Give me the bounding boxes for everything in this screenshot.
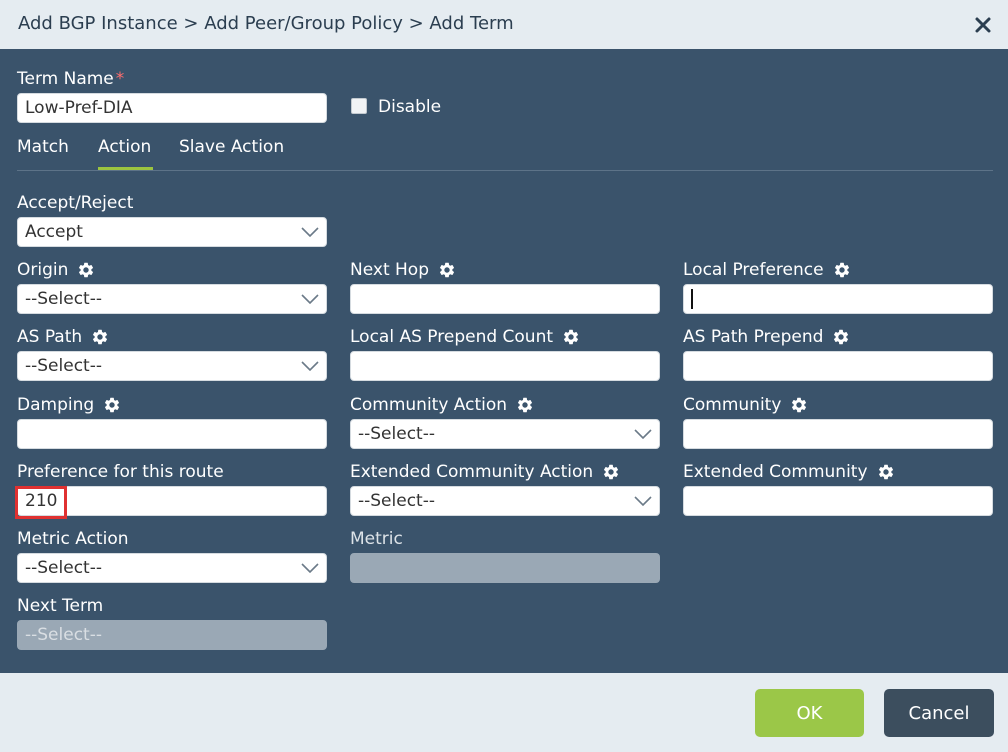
next-term-label: Next Term [17, 596, 104, 616]
accept-reject-label: Accept/Reject [17, 193, 134, 213]
disable-checkbox[interactable] [351, 98, 367, 114]
next-hop-label: Next Hop [350, 260, 456, 280]
extended-community-label-text: Extended Community [683, 462, 868, 482]
extended-community-action-select[interactable]: --Select-- [350, 486, 660, 516]
extended-community-action-value: --Select-- [358, 491, 435, 511]
gear-icon[interactable] [832, 328, 850, 346]
preference-label: Preference for this route [17, 462, 224, 482]
local-as-prepend-count-label: Local AS Prepend Count [350, 327, 580, 347]
gear-icon[interactable] [103, 396, 121, 414]
chevron-down-icon [301, 227, 319, 237]
term-name-label-text: Term Name [17, 69, 114, 89]
close-icon[interactable] [970, 12, 996, 38]
community-label: Community [683, 395, 808, 415]
chevron-down-icon [301, 563, 319, 573]
origin-label: Origin [17, 260, 95, 280]
gear-icon[interactable] [91, 328, 109, 346]
community-action-select[interactable]: --Select-- [350, 419, 660, 449]
damping-label-text: Damping [17, 395, 95, 415]
gear-icon[interactable] [602, 463, 620, 481]
gear-icon[interactable] [877, 463, 895, 481]
as-path-select[interactable]: --Select-- [17, 351, 327, 381]
cancel-button[interactable]: Cancel [884, 689, 994, 737]
accept-reject-value: Accept [25, 222, 83, 242]
as-path-label-text: AS Path [17, 327, 83, 347]
as-path-value: --Select-- [25, 356, 102, 376]
gear-icon[interactable] [516, 396, 534, 414]
metric-action-value: --Select-- [25, 558, 102, 578]
ok-button[interactable]: OK [755, 689, 864, 737]
as-path-prepend-label-text: AS Path Prepend [683, 327, 824, 347]
origin-select[interactable]: --Select-- [17, 284, 327, 314]
metric-action-label: Metric Action [17, 529, 129, 549]
text-caret [691, 289, 693, 309]
term-name-input[interactable]: Low-Pref-DIA [17, 93, 327, 123]
community-action-label: Community Action [350, 395, 534, 415]
origin-value: --Select-- [25, 289, 102, 309]
tab-slave-action[interactable]: Slave Action [179, 137, 284, 157]
term-name-value: Low-Pref-DIA [25, 98, 133, 118]
metric-label: Metric [350, 529, 403, 549]
extended-community-action-label: Extended Community Action [350, 462, 620, 482]
next-hop-label-text: Next Hop [350, 260, 429, 280]
chevron-down-icon [301, 294, 319, 304]
as-path-label: AS Path [17, 327, 109, 347]
community-label-text: Community [683, 395, 782, 415]
next-term-value: --Select-- [25, 625, 102, 645]
required-marker: * [115, 69, 125, 89]
extended-community-label: Extended Community [683, 462, 895, 482]
community-input[interactable] [683, 419, 993, 449]
local-preference-label-text: Local Preference [683, 260, 824, 280]
chevron-down-icon [634, 429, 652, 439]
dialog-title: Add BGP Instance > Add Peer/Group Policy… [18, 13, 514, 34]
damping-label: Damping [17, 395, 121, 415]
community-action-value: --Select-- [358, 424, 435, 444]
local-as-prepend-count-label-text: Local AS Prepend Count [350, 327, 554, 347]
tab-match[interactable]: Match [17, 137, 69, 157]
disable-label: Disable [378, 97, 442, 117]
as-path-prepend-label: AS Path Prepend [683, 327, 850, 347]
local-as-prepend-count-input[interactable] [350, 351, 660, 381]
gear-icon[interactable] [833, 261, 851, 279]
next-hop-input[interactable] [350, 284, 660, 314]
dialog-titlebar: Add BGP Instance > Add Peer/Group Policy… [0, 0, 1008, 49]
gear-icon[interactable] [790, 396, 808, 414]
origin-label-text: Origin [17, 260, 69, 280]
as-path-prepend-input[interactable] [683, 351, 993, 381]
extended-community-input[interactable] [683, 486, 993, 516]
gear-icon[interactable] [562, 328, 580, 346]
gear-icon[interactable] [438, 261, 456, 279]
accept-reject-select[interactable]: Accept [17, 217, 327, 247]
local-preference-label: Local Preference [683, 260, 851, 280]
metric-action-select[interactable]: --Select-- [17, 553, 327, 583]
highlight-box [15, 486, 67, 519]
chevron-down-icon [634, 496, 652, 506]
term-name-label: Term Name * [17, 69, 124, 89]
next-term-select: --Select-- [17, 620, 327, 650]
chevron-down-icon [301, 361, 319, 371]
gear-icon[interactable] [77, 261, 95, 279]
tabs-divider [17, 170, 993, 171]
extended-community-action-label-text: Extended Community Action [350, 462, 594, 482]
tab-action[interactable]: Action [98, 137, 151, 157]
local-preference-input[interactable] [683, 284, 993, 314]
damping-input[interactable] [17, 419, 327, 449]
metric-input [350, 553, 660, 583]
community-action-label-text: Community Action [350, 395, 508, 415]
